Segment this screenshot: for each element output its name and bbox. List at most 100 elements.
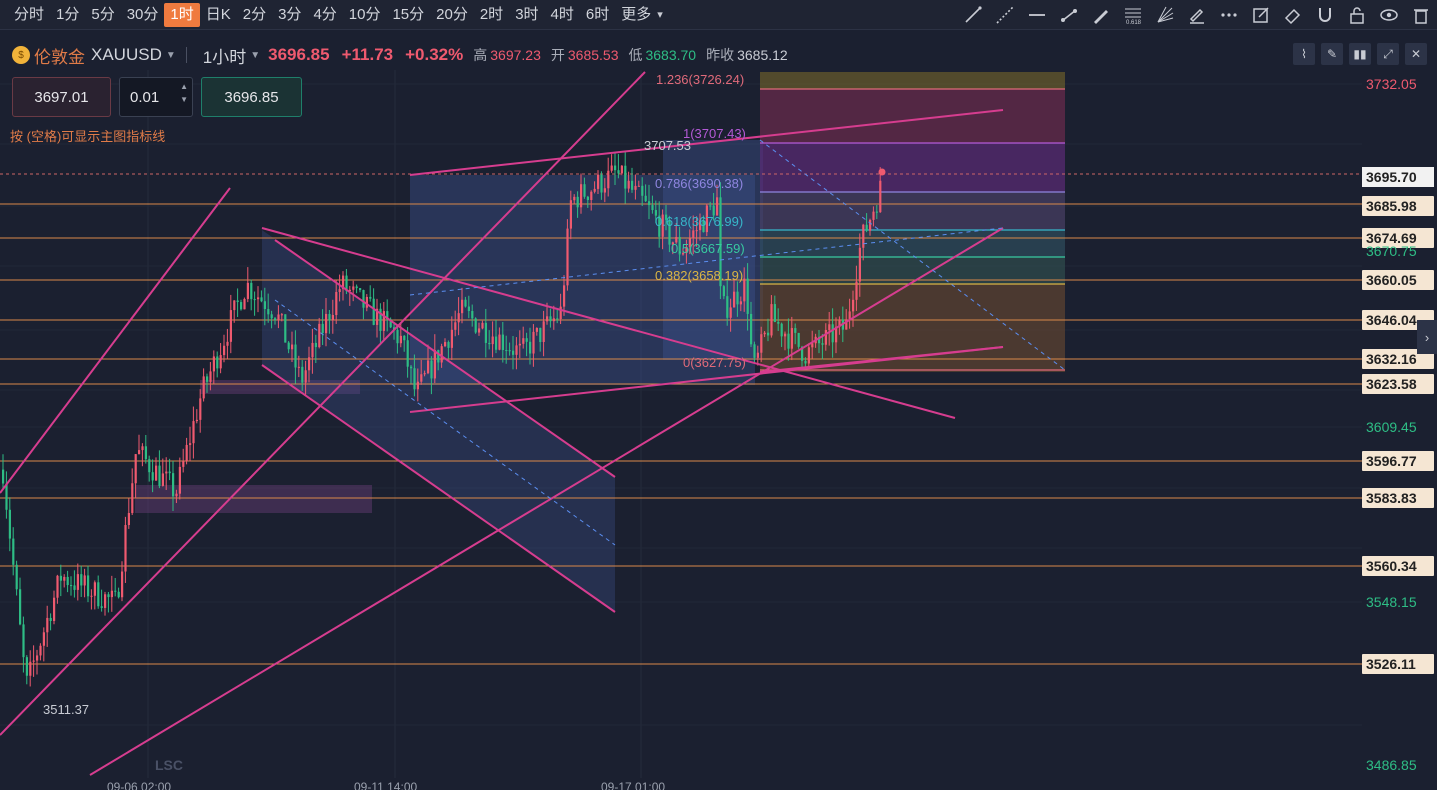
timeframe-10[interactable]: 15分 [386,3,430,27]
symbol-name[interactable]: 伦敦金 [34,43,85,68]
timeframe-1[interactable]: 1分 [50,3,85,27]
note-icon[interactable] [1245,0,1277,30]
timeframe-6[interactable]: 2分 [237,3,272,27]
trend-line-icon[interactable] [957,0,989,30]
price-chart[interactable]: 3707.533511.371.236(3726.24)1(3707.43)0.… [0,70,1362,778]
timeframe-2[interactable]: 5分 [85,3,120,27]
candle-body [593,188,596,192]
candle-body [597,174,600,189]
candle-body [508,350,511,352]
candle-body [770,304,773,336]
candle-body [253,299,256,301]
candle-body [848,311,851,320]
candle-body [15,564,18,590]
candle-body [760,334,763,353]
sell-price-button[interactable]: 3697.01 [12,77,111,117]
candle-body [614,165,617,171]
candle-body [97,582,100,607]
timeframe-7[interactable]: 3分 [272,3,307,27]
fan-icon[interactable] [1149,0,1181,30]
candle-body [525,338,528,342]
timeframe-8[interactable]: 4分 [307,3,342,27]
candle-body [29,661,32,676]
timeframe-14[interactable]: 4时 [545,3,580,27]
candle-body [124,525,127,572]
candle-body [134,454,137,484]
candle-body [148,459,151,473]
symbol-header: $ 伦敦金 XAUUSD ▼ 1小时 ▼ 3696.85 +11.73 +0.3… [0,40,1437,70]
timeframe-16[interactable]: 更多 [615,3,657,27]
pen-line-icon[interactable] [1085,0,1117,30]
candle-body [461,299,464,314]
horizontal-line-icon[interactable] [1021,0,1053,30]
quantity-input[interactable] [120,88,172,106]
timeframe-13[interactable]: 3时 [509,3,544,27]
fib-level-label: 0.382(3658.19) [655,268,743,283]
edit-icon[interactable]: ✎ [1321,43,1343,65]
candle-body [42,632,45,646]
candle-type-icon[interactable]: ▮▮ [1349,43,1371,65]
candle-body [413,368,416,390]
timeframe-4[interactable]: 1时 [164,2,200,27]
step-up-icon[interactable]: ▲ [180,82,188,91]
timeframe-11[interactable]: 20分 [430,3,474,27]
candle-body [66,576,69,586]
timeframe-5[interactable]: 日K [200,3,237,27]
step-down-icon[interactable]: ▼ [180,95,188,104]
collapse-arrow-icon[interactable]: › [1417,320,1437,354]
candle-body [512,350,515,355]
candle-body [440,346,443,363]
candle-body [746,278,749,314]
more-dots-icon[interactable] [1213,0,1245,30]
candle-body [467,306,470,312]
chevron-down-icon[interactable]: ▼ [166,50,176,61]
candle-body [291,344,294,350]
candle-body [773,304,776,322]
fib-retracement-icon[interactable]: 0.618 [1117,0,1149,30]
brush-icon[interactable] [1181,0,1213,30]
extended-line-icon[interactable] [989,0,1021,30]
candle-body [556,318,559,320]
chevron-down-icon[interactable]: ▼ [250,50,260,61]
candle-body [501,334,504,350]
candle-body [563,285,566,307]
eye-icon[interactable] [1373,0,1405,30]
candle-body [104,594,107,608]
fib-level-label: 0.618(3676.99) [655,214,743,229]
candle-body [22,624,25,658]
candle-body [12,538,15,565]
candle-body [155,465,158,481]
timeframe-3[interactable]: 30分 [121,3,165,27]
low-label: 低 [628,47,643,63]
interval-select[interactable]: 1小时 [203,43,246,68]
indicator-icon[interactable]: ⌇ [1293,43,1315,65]
magnet-icon[interactable] [1309,0,1341,30]
timeframe-9[interactable]: 10分 [343,3,387,27]
ray-line-icon[interactable] [1053,0,1085,30]
close-icon[interactable]: ✕ [1405,43,1427,65]
candle-body [406,340,409,367]
candle-body [831,324,834,343]
candle-body [161,473,164,486]
candle-body [603,188,606,193]
chevron-down-icon[interactable]: ▾ [657,8,663,21]
expand-icon[interactable]: ⤢ [1377,43,1399,65]
timeframe-0[interactable]: 分时 [8,3,50,27]
divider [185,47,187,63]
candle-body [410,366,413,369]
symbol-code[interactable]: XAUUSD [91,45,162,65]
buy-price-button[interactable]: 3696.85 [201,77,302,117]
trash-icon[interactable] [1405,0,1437,30]
price-axis[interactable]: 3732.05 3695.70 3685.98 3674.69 3670.75 3660.… [1362,70,1437,790]
candle-body [872,211,875,220]
timeframe-15[interactable]: 6时 [580,3,615,27]
eraser-icon[interactable] [1277,0,1309,30]
timeframe-12[interactable]: 2时 [474,3,509,27]
candle-body [270,314,273,319]
candle-body [121,571,124,598]
svg-text:0.618: 0.618 [1126,20,1142,25]
candle-body [199,398,202,420]
lock-icon[interactable] [1341,0,1373,30]
candle-body [743,278,746,302]
fib-level-label: 0.786(3690.38) [655,176,743,191]
